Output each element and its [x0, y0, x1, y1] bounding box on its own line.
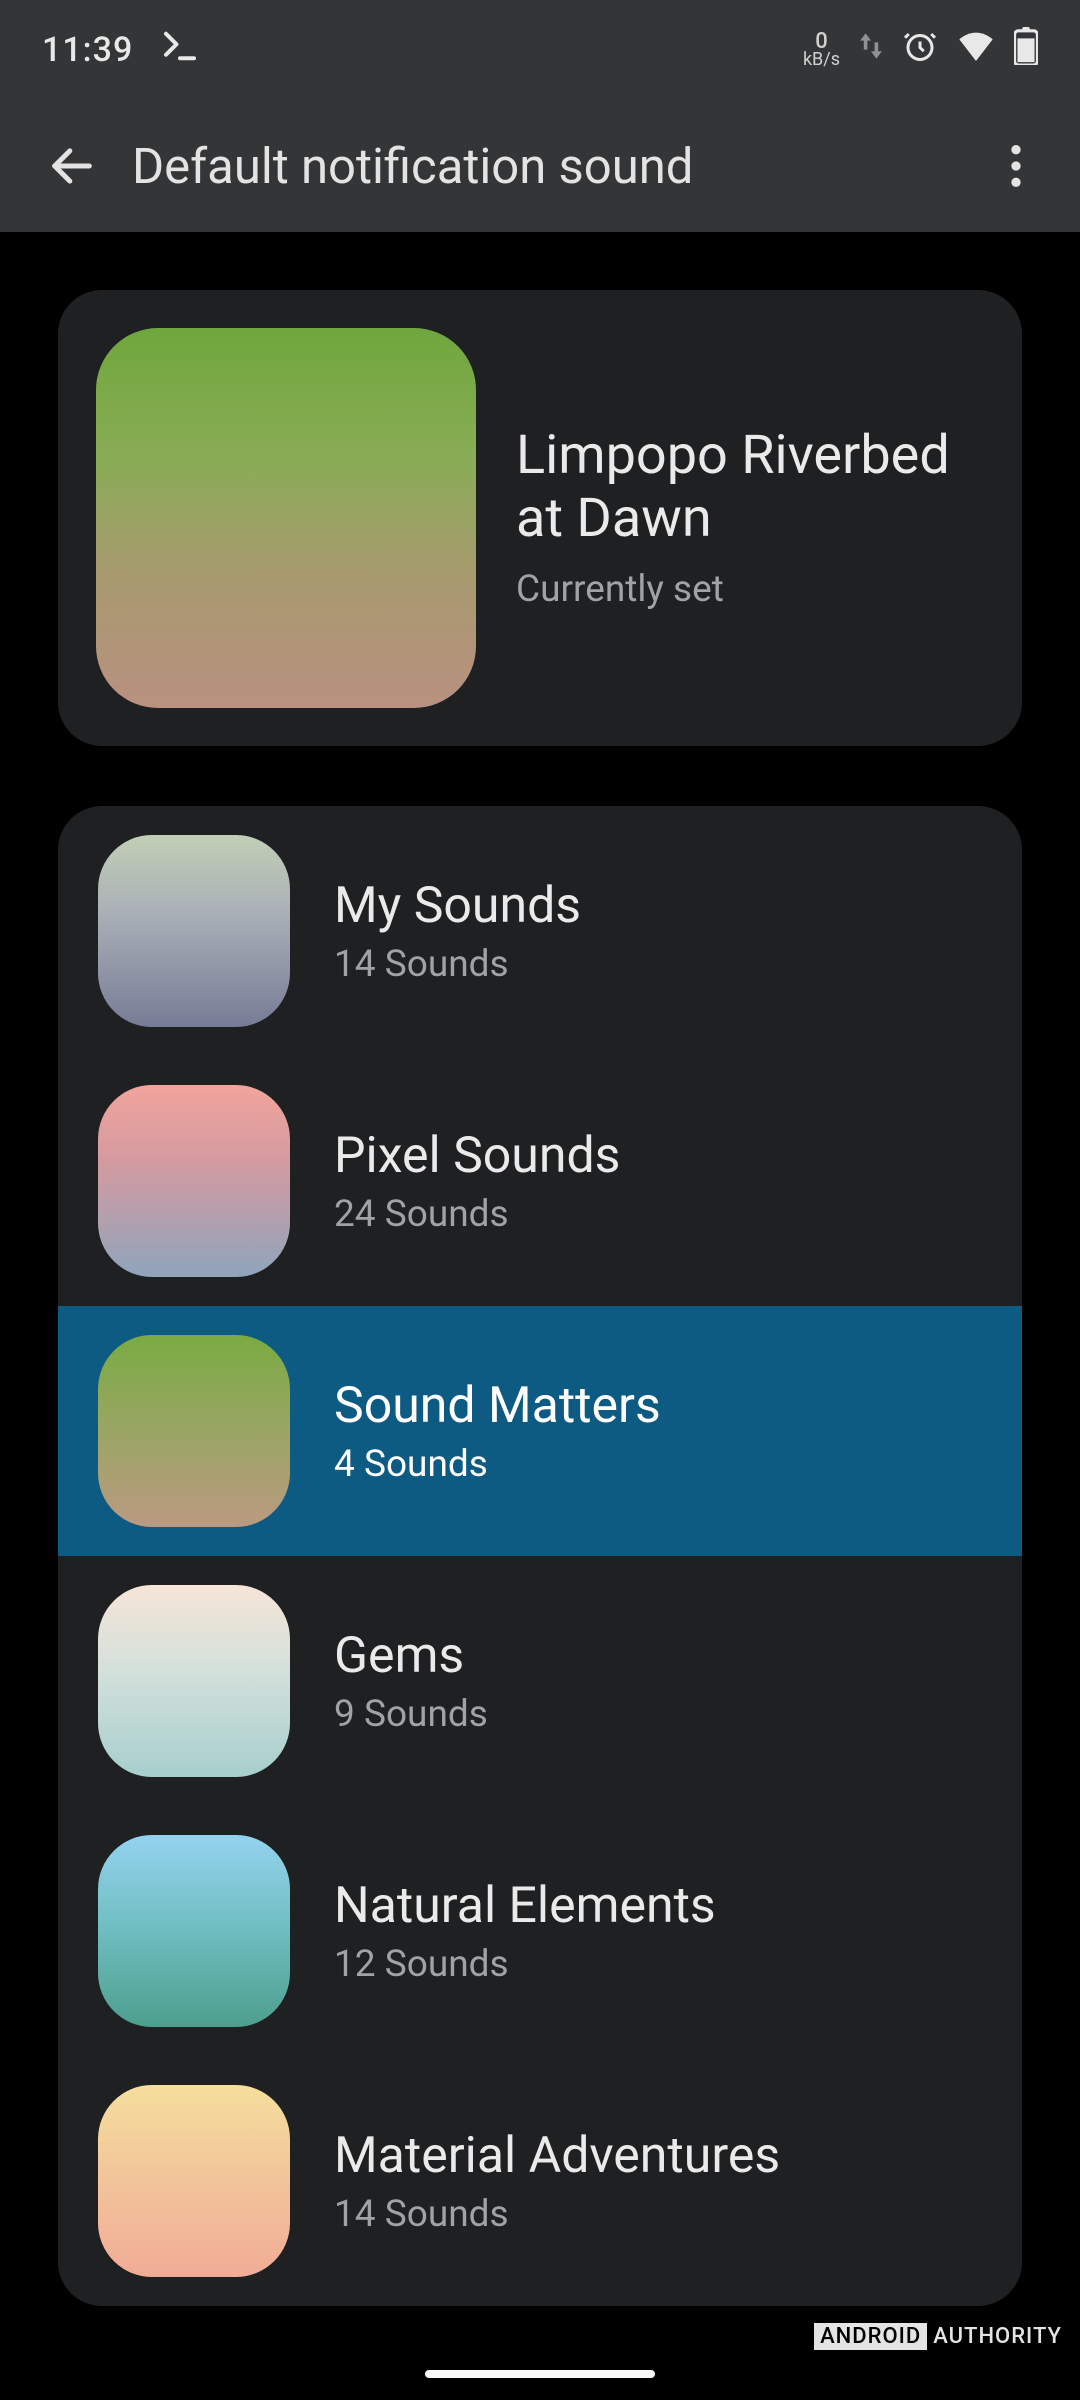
category-title: Material Adventures: [334, 2127, 780, 2185]
category-art: [98, 1335, 290, 1527]
watermark-brand: ANDROID: [814, 2323, 927, 2350]
category-subtitle: 24 Sounds: [334, 1193, 620, 1236]
current-sound-card[interactable]: Limpopo Riverbed at Dawn Currently set: [58, 290, 1022, 746]
category-art: [98, 2085, 290, 2277]
category-art: [98, 835, 290, 1027]
page-title: Default notification sound: [132, 138, 986, 195]
status-bar: 11:39 0 kB/s: [0, 0, 1080, 100]
app-bar: Default notification sound: [0, 100, 1080, 232]
category-item-pixel-sounds[interactable]: Pixel Sounds 24 Sounds: [58, 1056, 1022, 1306]
category-text: Natural Elements 12 Sounds: [334, 1877, 716, 1986]
content-area: Limpopo Riverbed at Dawn Currently set M…: [0, 232, 1080, 2306]
category-text: Sound Matters 4 Sounds: [334, 1377, 661, 1486]
category-text: Material Adventures 14 Sounds: [334, 2127, 780, 2236]
status-right: 0 kB/s: [803, 27, 1038, 73]
data-arrows-icon: [858, 28, 884, 72]
category-subtitle: 9 Sounds: [334, 1693, 488, 1736]
status-left: 11:39: [42, 25, 201, 75]
watermark-suffix: AUTHORITY: [933, 2324, 1062, 2349]
category-title: My Sounds: [334, 877, 581, 935]
category-subtitle: 4 Sounds: [334, 1443, 661, 1486]
category-title: Pixel Sounds: [334, 1127, 620, 1185]
status-time: 11:39: [42, 30, 133, 70]
category-item-my-sounds[interactable]: My Sounds 14 Sounds: [58, 806, 1022, 1056]
current-sound-art: [96, 328, 476, 708]
watermark: ANDROID AUTHORITY: [814, 2323, 1062, 2350]
category-text: My Sounds 14 Sounds: [334, 877, 581, 986]
category-subtitle: 12 Sounds: [334, 1943, 716, 1986]
current-sound-subtitle: Currently set: [516, 568, 984, 611]
category-title: Natural Elements: [334, 1877, 716, 1935]
category-item-gems[interactable]: Gems 9 Sounds: [58, 1556, 1022, 1806]
category-item-natural-elements[interactable]: Natural Elements 12 Sounds: [58, 1806, 1022, 2056]
network-speed: 0 kB/s: [803, 32, 840, 68]
category-text: Pixel Sounds 24 Sounds: [334, 1127, 620, 1236]
arrow-left-icon: [46, 140, 98, 192]
category-title: Gems: [334, 1627, 488, 1685]
current-sound-text: Limpopo Riverbed at Dawn Currently set: [516, 425, 984, 610]
category-text: Gems 9 Sounds: [334, 1627, 488, 1736]
category-item-material-adventures[interactable]: Material Adventures 14 Sounds: [58, 2056, 1022, 2306]
category-art: [98, 1585, 290, 1777]
alarm-icon: [902, 28, 938, 72]
category-subtitle: 14 Sounds: [334, 2193, 780, 2236]
current-sound-title: Limpopo Riverbed at Dawn: [516, 425, 984, 549]
category-subtitle: 14 Sounds: [334, 943, 581, 986]
category-item-sound-matters[interactable]: Sound Matters 4 Sounds: [58, 1306, 1022, 1556]
home-indicator[interactable]: [425, 2370, 655, 2378]
sound-categories-list: My Sounds 14 Sounds Pixel Sounds 24 Soun…: [58, 806, 1022, 2306]
category-title: Sound Matters: [334, 1377, 661, 1435]
back-button[interactable]: [34, 128, 110, 204]
wifi-icon: [956, 29, 996, 71]
more-vert-icon: [1011, 145, 1021, 187]
battery-icon: [1014, 27, 1038, 73]
terminal-icon: [159, 25, 201, 75]
category-art: [98, 1835, 290, 2027]
category-art: [98, 1085, 290, 1277]
overflow-menu-button[interactable]: [986, 136, 1046, 196]
